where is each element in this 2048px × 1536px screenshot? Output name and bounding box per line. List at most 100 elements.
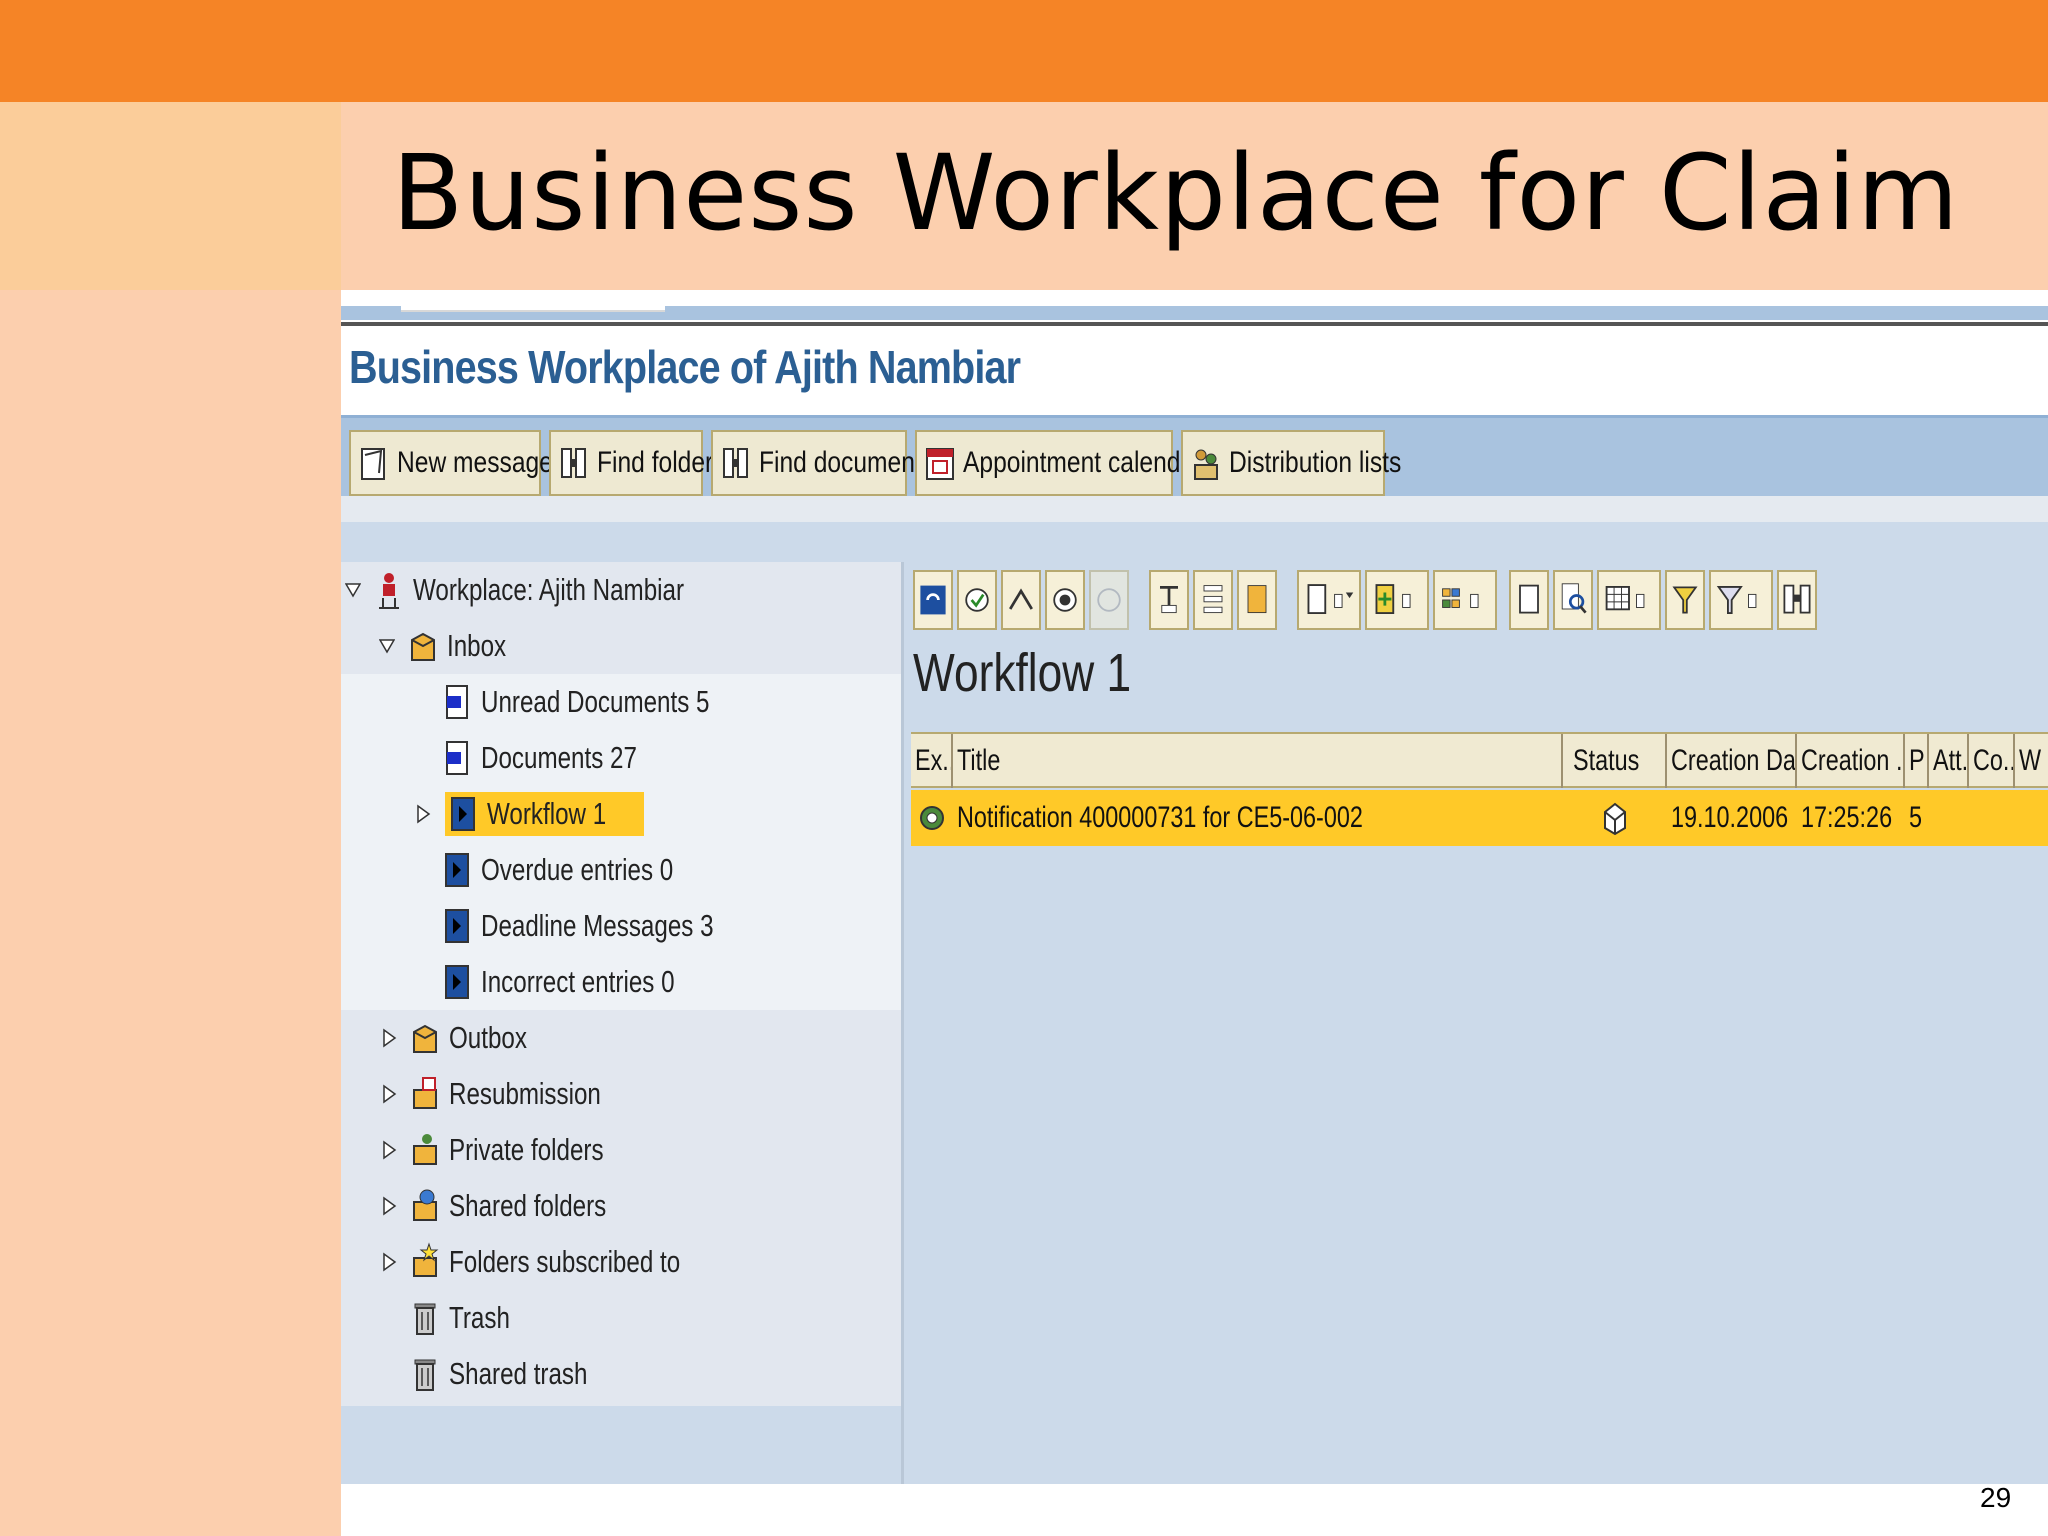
sap-toolbar: New message Find folder Find document Ap… (341, 418, 2048, 496)
row-priority: 5 (1909, 801, 1923, 834)
workflow-icon (445, 853, 469, 887)
new-message-icon (361, 448, 385, 480)
save-layout-icon[interactable] (1433, 570, 1497, 630)
column-header-attachments[interactable]: Att... (1929, 734, 1969, 788)
slide-left-block (0, 102, 341, 290)
folder-tree: Workplace: Ajith Nambiar Inbox Unread Do… (341, 562, 901, 1452)
workplace-chair-icon (379, 573, 399, 609)
trash-icon (414, 1303, 436, 1335)
sap-header: Business Workplace of Ajith Nambiar (341, 328, 2048, 418)
workflow-icon (445, 965, 469, 999)
filter-icon[interactable] (1665, 570, 1705, 630)
tree-item-overdue-entries[interactable]: Overdue entries 0 (341, 842, 901, 898)
slide: Business Workplace for Claim Business Wo… (0, 0, 2048, 1536)
column-header-status[interactable]: Status (1563, 734, 1667, 788)
tree-item-documents[interactable]: Documents 27 (341, 730, 901, 786)
change-layout-icon[interactable] (1365, 570, 1429, 630)
tree-item-workplace[interactable]: Workplace: Ajith Nambiar (341, 562, 901, 618)
sap-gap (341, 496, 2048, 522)
filter-options-icon[interactable] (1709, 570, 1773, 630)
disabled-icon (1089, 570, 1129, 630)
distribution-lists-button[interactable]: Distribution lists (1181, 430, 1401, 496)
calendar-icon (926, 448, 954, 480)
tree-item-workflow[interactable]: Workflow 1 (341, 786, 901, 842)
grid-icon[interactable] (1597, 570, 1661, 630)
pane-splitter[interactable] (901, 562, 911, 1484)
tree-item-trash[interactable]: Trash (341, 1290, 901, 1346)
forward-icon[interactable] (1001, 570, 1041, 630)
workflow-heading: Workflow 1 (913, 643, 1132, 703)
outbox-folder-icon (413, 1024, 437, 1053)
find-folder-button[interactable]: Find folder (549, 430, 713, 496)
tree-item-inbox[interactable]: Inbox (341, 618, 901, 674)
list-toolbar (911, 562, 2048, 632)
binoculars-icon (561, 448, 586, 478)
binoculars-icon (723, 448, 748, 478)
details-icon[interactable] (1237, 570, 1277, 630)
shared-folder-icon (413, 1189, 437, 1221)
find-document-button[interactable]: Find document (711, 430, 922, 496)
triangle-right-icon[interactable] (381, 1028, 397, 1048)
new-message-button[interactable]: New message (349, 430, 553, 496)
slide-top-bar (0, 0, 2048, 102)
row-creation-date: 19.10.2006 (1671, 801, 1789, 834)
page-number: 29 (1980, 1482, 2012, 1513)
sap-window-tab[interactable] (401, 290, 665, 312)
triangle-right-icon[interactable] (381, 1196, 397, 1216)
column-header-creation-date[interactable]: Creation Da... (1667, 734, 1797, 788)
distribution-list-icon (1194, 449, 1218, 480)
row-creation-time: 17:25:26 (1801, 801, 1893, 834)
column-header-priority[interactable]: P (1905, 734, 1929, 788)
table-row[interactable]: Notification 400000731 for CE5-06-002 19… (911, 790, 2048, 846)
inbox-folder-icon (411, 632, 435, 661)
triangle-right-icon[interactable] (381, 1140, 397, 1160)
triangle-right-icon[interactable] (381, 1084, 397, 1104)
column-header-w[interactable]: W (2015, 734, 2048, 788)
tree-item-shared-trash[interactable]: Shared trash (341, 1346, 901, 1402)
tree-item-deadline-messages[interactable]: Deadline Messages 3 (341, 898, 901, 954)
row-status (1599, 790, 1639, 846)
grid-header: Ex... Title Status Creation Da... Creati… (911, 732, 2048, 788)
column-header-title[interactable]: Title (953, 734, 1563, 788)
tree-item-shared-folders[interactable]: Shared folders (341, 1178, 901, 1234)
sap-title: Business Workplace of Ajith Nambiar (349, 341, 1021, 393)
slide-bottom-strip (341, 1484, 2048, 1536)
sap-window-strip (341, 290, 2048, 328)
row-type-cell (917, 790, 951, 846)
workflow-icon (445, 909, 469, 943)
refresh-icon[interactable] (913, 570, 953, 630)
tree-item-resubmission[interactable]: Resubmission (341, 1066, 901, 1122)
column-header-ex[interactable]: Ex... (911, 734, 953, 788)
find-icon[interactable] (1777, 570, 1817, 630)
tree-item-folders-subscribed[interactable]: Folders subscribed to (341, 1234, 901, 1290)
column-header-creation-time[interactable]: Creation ... (1797, 734, 1905, 788)
resubmission-folder-icon (413, 1077, 437, 1109)
execute-icon[interactable] (957, 570, 997, 630)
subscribed-folder-icon (413, 1242, 439, 1277)
workitem-gear-icon (920, 806, 944, 830)
tree-item-unread-documents[interactable]: Unread Documents 5 (341, 674, 901, 730)
tree-item-incorrect-entries[interactable]: Incorrect entries 0 (341, 954, 901, 1010)
workflow-icon (451, 797, 475, 831)
triangle-right-icon[interactable] (415, 804, 431, 824)
slide-title: Business Workplace for Claim (392, 132, 1960, 254)
workflow-panel: Workflow 1 Ex... Title Status Creation D… (911, 562, 2048, 1484)
triangle-down-icon[interactable] (379, 636, 395, 656)
sort-desc-icon[interactable] (1193, 570, 1233, 630)
private-folder-icon (413, 1134, 437, 1165)
tree-item-outbox[interactable]: Outbox (341, 1010, 901, 1066)
triangle-right-icon[interactable] (381, 1252, 397, 1272)
triangle-down-icon[interactable] (345, 580, 361, 600)
print-preview-icon[interactable] (1509, 570, 1549, 630)
status-open-icon (1604, 802, 1626, 836)
sort-asc-icon[interactable] (1149, 570, 1189, 630)
column-header-co[interactable]: Co... (1969, 734, 2015, 788)
appointment-calendar-button[interactable]: Appointment calendar (915, 430, 1202, 496)
row-title[interactable]: Notification 400000731 for CE5-06-002 (957, 790, 1557, 846)
search-icon[interactable] (1553, 570, 1593, 630)
hold-icon[interactable] (1045, 570, 1085, 630)
select-layout-icon[interactable] (1297, 570, 1361, 630)
document-icon (446, 741, 468, 775)
trash-icon (414, 1359, 436, 1391)
tree-item-private-folders[interactable]: Private folders (341, 1122, 901, 1178)
